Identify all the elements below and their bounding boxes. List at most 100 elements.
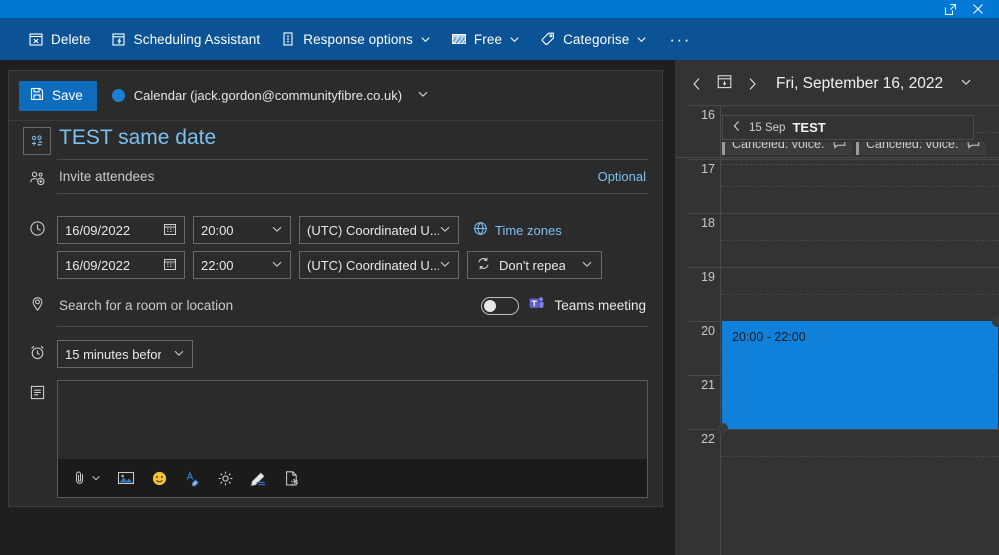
calendar-today-icon[interactable] bbox=[716, 73, 733, 95]
response-options-label: Response options bbox=[303, 31, 413, 47]
add-event-icon[interactable] bbox=[23, 127, 51, 155]
chevron-down-icon bbox=[439, 258, 451, 273]
calendar-selector[interactable]: Calendar (jack.gordon@communityfibre.co.… bbox=[111, 87, 429, 105]
calendar-nav-header: Fri, September 16, 2022 bbox=[675, 60, 999, 108]
free-status-button[interactable]: Free bbox=[441, 24, 530, 54]
start-timezone-select[interactable]: (UTC) Coordinated U... bbox=[299, 216, 459, 244]
categorise-label: Categorise bbox=[563, 31, 630, 47]
more-options-button[interactable]: ··· bbox=[657, 31, 702, 48]
datetime-row: 16/09/2022 20:00 (UTC) Coordinated U... … bbox=[9, 208, 662, 286]
immersive-reader-icon[interactable] bbox=[217, 470, 234, 487]
resize-handle-top[interactable] bbox=[992, 316, 999, 327]
reminder-field-col: 15 minutes before bbox=[57, 340, 662, 368]
event-compose-window: Delete Scheduling Assistant Response opt… bbox=[0, 0, 999, 555]
title-field-col: TEST same date bbox=[57, 121, 662, 160]
popout-icon[interactable] bbox=[937, 0, 963, 18]
start-date-value: 16/09/2022 bbox=[65, 222, 131, 238]
hour-label: 21 bbox=[701, 378, 715, 392]
window-title-bar bbox=[0, 0, 999, 18]
day-grid: 16 17 18 19 20 21 22 20:00 - 22:00 bbox=[675, 105, 999, 555]
chip-title-label: TEST bbox=[792, 120, 826, 135]
busy-status-icon bbox=[451, 32, 467, 46]
calendar-picker-icon[interactable] bbox=[163, 257, 177, 274]
body-row bbox=[9, 368, 662, 498]
end-date-input[interactable]: 16/09/2022 bbox=[57, 251, 185, 279]
end-date-value: 16/09/2022 bbox=[65, 257, 131, 273]
calendar-event-block[interactable]: 20:00 - 22:00 bbox=[717, 316, 999, 434]
delete-button[interactable]: Delete bbox=[18, 24, 101, 54]
hour-row[interactable]: 18 bbox=[675, 213, 999, 267]
chevron-down-icon[interactable] bbox=[960, 75, 972, 93]
save-icon bbox=[30, 87, 44, 104]
next-day-button[interactable] bbox=[744, 77, 760, 91]
body-text-input[interactable] bbox=[58, 381, 647, 459]
chevron-down-icon bbox=[439, 223, 451, 238]
close-icon[interactable] bbox=[965, 0, 991, 18]
teams-meeting-toggle[interactable] bbox=[481, 296, 520, 315]
back-chevron-icon[interactable] bbox=[732, 119, 742, 137]
location-icon-column bbox=[17, 291, 57, 317]
end-timezone-value: (UTC) Coordinated U... bbox=[307, 257, 439, 273]
time-zones-button[interactable]: Time zones bbox=[473, 221, 562, 239]
response-options-button[interactable]: Response options bbox=[270, 24, 441, 54]
hour-label: 19 bbox=[701, 270, 715, 284]
attendees-row: Invite attendees Optional bbox=[9, 166, 662, 208]
end-datetime-line: 16/09/2022 22:00 (UTC) Coordinated U... … bbox=[57, 251, 648, 279]
teams-meeting-label: Teams meeting bbox=[554, 298, 646, 313]
draw-icon[interactable] bbox=[250, 470, 268, 487]
allday-event-strip: Canceled: voice. Canceled: voice. bbox=[720, 142, 999, 164]
hour-label: 16 bbox=[701, 108, 715, 122]
location-pin-icon bbox=[29, 295, 46, 317]
resize-handle-bottom[interactable] bbox=[717, 423, 728, 434]
save-row: Save Calendar (jack.gordon@communityfibr… bbox=[9, 71, 662, 121]
format-text-icon[interactable] bbox=[184, 470, 201, 487]
chevron-down-icon bbox=[417, 87, 429, 105]
allday-event-label: Canceled: voice. bbox=[732, 142, 825, 151]
calendar-color-dot bbox=[111, 89, 125, 102]
chevron-down-icon bbox=[509, 34, 520, 45]
start-time-value: 20:00 bbox=[201, 222, 234, 238]
grid-vertical-line bbox=[720, 105, 721, 555]
attach-icon[interactable] bbox=[72, 470, 101, 486]
chevron-down-icon bbox=[636, 34, 647, 45]
location-input[interactable]: Search for a room or location bbox=[59, 298, 233, 313]
hour-row[interactable]: 22 bbox=[675, 429, 999, 483]
hour-row[interactable]: 17 bbox=[675, 159, 999, 213]
calendar-date-title: Fri, September 16, 2022 bbox=[776, 75, 944, 92]
body-toolbar bbox=[58, 459, 647, 497]
allday-event[interactable]: Canceled: voice. bbox=[856, 142, 986, 155]
save-button[interactable]: Save bbox=[19, 80, 97, 111]
chevron-down-icon bbox=[173, 347, 185, 362]
scheduling-assistant-button[interactable]: Scheduling Assistant bbox=[101, 24, 271, 54]
reminder-value: 15 minutes before bbox=[65, 346, 161, 362]
end-time-value: 22:00 bbox=[201, 257, 234, 273]
teams-meeting-group: Teams meeting bbox=[481, 295, 646, 316]
chevron-down-icon bbox=[271, 223, 283, 238]
insert-picture-icon[interactable] bbox=[117, 470, 135, 486]
repeat-value: Don't repeat bbox=[499, 257, 565, 273]
optional-attendees-link[interactable]: Optional bbox=[598, 169, 646, 184]
start-time-select[interactable]: 20:00 bbox=[193, 216, 291, 244]
reminder-select[interactable]: 15 minutes before bbox=[57, 340, 193, 368]
insert-file-icon[interactable] bbox=[284, 470, 300, 487]
comment-icon bbox=[833, 142, 846, 152]
prev-day-button[interactable] bbox=[689, 77, 705, 91]
response-options-icon bbox=[280, 31, 296, 47]
repeat-select[interactable]: Don't repeat bbox=[467, 251, 602, 279]
hour-label: 22 bbox=[701, 432, 715, 446]
end-timezone-select[interactable]: (UTC) Coordinated U... bbox=[299, 251, 459, 279]
start-date-input[interactable]: 16/09/2022 bbox=[57, 216, 185, 244]
event-title-input[interactable]: TEST same date bbox=[57, 121, 648, 160]
categorise-button[interactable]: Categorise bbox=[530, 24, 657, 54]
allday-event[interactable]: Canceled: voice. bbox=[722, 142, 852, 155]
event-day-chip[interactable]: 15 Sep TEST bbox=[722, 115, 974, 140]
allday-event-label: Canceled: voice. bbox=[866, 142, 959, 151]
attendees-input[interactable]: Invite attendees bbox=[59, 169, 154, 184]
calendar-account-label: Calendar (jack.gordon@communityfibre.co.… bbox=[133, 88, 403, 103]
repeat-icon bbox=[476, 256, 491, 274]
datetime-icon-column bbox=[17, 216, 57, 242]
emoji-icon[interactable] bbox=[151, 470, 168, 487]
hour-row[interactable]: 19 bbox=[675, 267, 999, 321]
calendar-picker-icon[interactable] bbox=[163, 222, 177, 239]
end-time-select[interactable]: 22:00 bbox=[193, 251, 291, 279]
